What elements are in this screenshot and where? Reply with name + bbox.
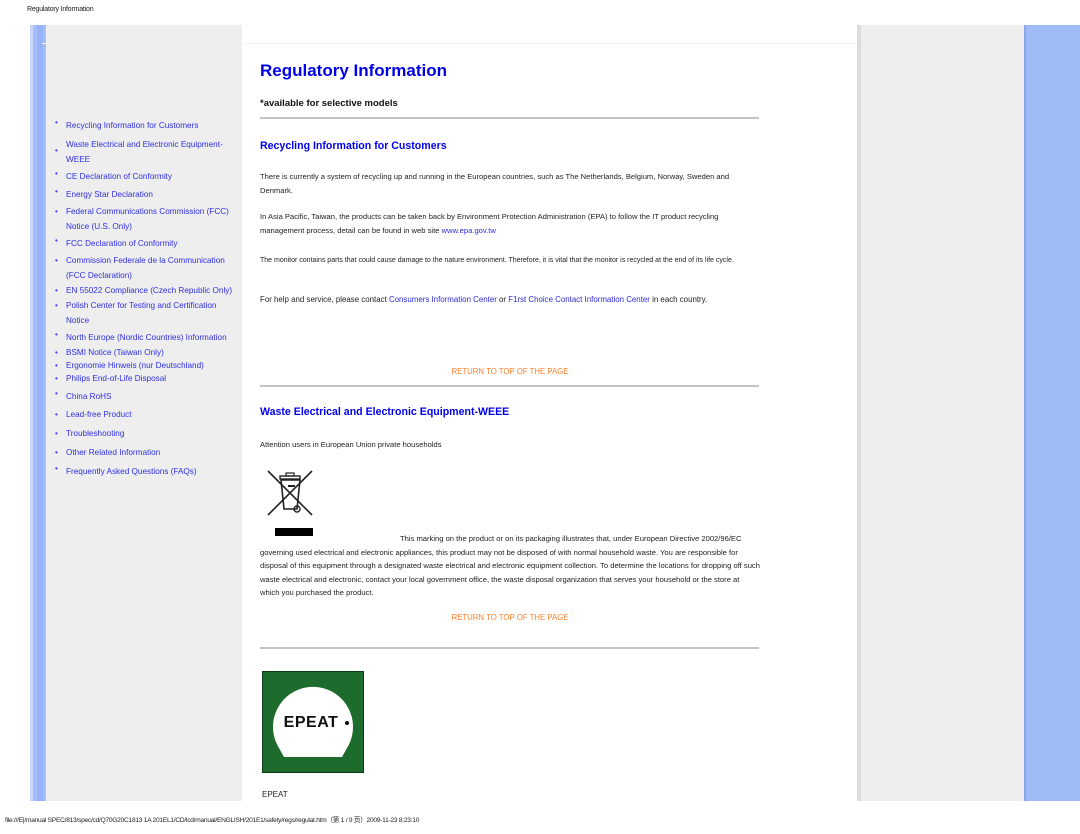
epeat-logo-text: EPEAT	[284, 714, 339, 731]
help-text-before: For help and service, please contact	[260, 295, 389, 304]
availability-note: *available for selective models	[260, 98, 398, 109]
section-title-weee: Waste Electrical and Electronic Equipmen…	[260, 406, 510, 418]
sidebar-link[interactable]: Other Related Information	[66, 445, 160, 460]
sidebar-link[interactable]: CE Declaration of Conformity	[66, 169, 172, 184]
sidebar-link[interactable]: FCC Declaration of Conformity	[66, 236, 177, 251]
bullet-icon: •	[55, 146, 58, 155]
help-text-after: in each country.	[649, 295, 708, 304]
crossed-out-wheelie-bin-icon	[267, 470, 313, 516]
sidebar-link[interactable]: Waste Electrical and Electronic Equipmen…	[66, 137, 240, 167]
epeat-caption: EPEAT	[262, 790, 288, 799]
sidebar-item[interactable]: • Lead-free Product	[55, 407, 240, 422]
return-to-top-link-2[interactable]: RETURN TO TOP OF THE PAGE	[260, 613, 760, 622]
sidebar-item[interactable]: • FCC Declaration of Conformity	[55, 236, 240, 251]
epeat-logo-graphic: EPEAT	[273, 686, 353, 757]
sidebar-link[interactable]: EN 55022 Compliance (Czech Republic Only…	[66, 283, 232, 298]
sidebar-link[interactable]: China RoHS	[66, 389, 112, 404]
sidebar-item[interactable]: • Energy Star Declaration	[55, 187, 240, 202]
bullet-icon: •	[55, 448, 58, 457]
sidebar-item[interactable]: • Troubleshooting	[55, 426, 240, 441]
bullet-icon: •	[55, 410, 58, 419]
recycling-paragraph-4: For help and service, please contact Con…	[260, 293, 760, 308]
left-blue-bar	[30, 25, 46, 801]
sidebar-link[interactable]: Energy Star Declaration	[66, 187, 153, 202]
recycling-paragraph-1: There is currently a system of recycling…	[260, 172, 730, 195]
right-blue-bar	[1024, 25, 1080, 801]
divider	[260, 385, 759, 387]
weee-marking-paragraph: This marking on the product or on its pa…	[260, 532, 760, 600]
bullet-icon: •	[55, 429, 58, 438]
help-text-or: or	[496, 295, 509, 304]
sidebar-link[interactable]: Commission Federale de la Communication …	[66, 253, 240, 283]
return-to-top-link-1[interactable]: RETURN TO TOP OF THE PAGE	[260, 367, 760, 376]
sidebar-link[interactable]: Recycling Information for Customers	[66, 118, 198, 133]
sidebar-nav: • Recycling Information for Customers • Was…	[55, 118, 240, 479]
sidebar-item[interactable]: • North Europe (Nordic Countries) Informa…	[55, 330, 240, 345]
frame-top-rule	[42, 43, 858, 44]
bullet-icon: •	[55, 187, 58, 196]
sidebar-item[interactable]: • China RoHS	[55, 389, 240, 404]
page-title: Regulatory Information	[260, 61, 448, 80]
weee-attention-text: Attention users in European Union privat…	[260, 440, 442, 449]
epeat-logo: EPEAT	[262, 671, 364, 773]
bullet-icon: •	[55, 169, 58, 178]
bullet-icon: •	[55, 256, 58, 265]
sidebar-item[interactable]: • Federal Communications Commission (FCC)…	[55, 204, 240, 234]
sidebar-item[interactable]: • Other Related Information	[55, 445, 240, 460]
sidebar-item[interactable]: • Waste Electrical and Electronic Equipme…	[55, 137, 240, 167]
sidebar-item[interactable]: • Recycling Information for Customers	[55, 118, 240, 133]
sidebar-link[interactable]: Frequently Asked Questions (FAQs)	[66, 464, 197, 479]
sidebar-item[interactable]: • Frequently Asked Questions (FAQs)	[55, 464, 240, 479]
bullet-icon: •	[55, 118, 58, 127]
divider	[260, 647, 759, 649]
recycling-paragraph-2: In Asia Pacific, Taiwan, the products ca…	[260, 210, 760, 237]
consumers-information-center-link[interactable]: Consumers Information Center	[389, 295, 497, 304]
page-header-title: Regulatory Information	[27, 6, 94, 13]
sidebar-link[interactable]: North Europe (Nordic Countries) Informat…	[66, 330, 227, 345]
weee-marking-text: governing used electrical and electronic…	[260, 547, 760, 598]
bullet-icon: •	[55, 389, 58, 398]
sidebar-item[interactable]: • CE Declaration of Conformity	[55, 169, 240, 184]
sidebar-link[interactable]: Federal Communications Commission (FCC) …	[66, 204, 240, 234]
right-frame	[857, 25, 1029, 801]
bullet-icon: •	[55, 236, 58, 245]
sidebar-link[interactable]: Philips End-of-Life Disposal	[66, 371, 166, 386]
bullet-icon: •	[55, 330, 58, 339]
bullet-icon: •	[55, 464, 58, 473]
sidebar-item[interactable]: • Philips End-of-Life Disposal	[55, 371, 240, 386]
bullet-icon: •	[55, 286, 58, 295]
f1rst-choice-contact-link[interactable]: F1rst Choice Contact Information Center	[508, 295, 650, 304]
sidebar-link[interactable]: Lead-free Product	[66, 407, 132, 422]
sidebar-link[interactable]: Polish Center for Testing and Certificat…	[66, 298, 240, 328]
section-title-recycling: Recycling Information for Customers	[260, 140, 447, 152]
sidebar-item[interactable]: • Commission Federale de la Communication…	[55, 253, 240, 283]
bullet-icon: •	[55, 207, 58, 216]
sidebar-item[interactable]: • EN 55022 Compliance (Czech Republic Onl…	[55, 283, 240, 298]
sidebar-link[interactable]: Troubleshooting	[66, 426, 124, 441]
footer-file-path: file:///E|/manual SPEC/813/spec/cd/Q70G2…	[5, 817, 420, 824]
bullet-icon: •	[55, 374, 58, 383]
sidebar-item[interactable]: • Polish Center for Testing and Certifica…	[55, 298, 240, 328]
epa-website-link[interactable]: www.epa.gov.tw	[442, 226, 496, 235]
weee-marking-first-line: This marking on the product or on its pa…	[400, 534, 742, 543]
bullet-icon: •	[55, 301, 58, 310]
recycling-paragraph-3: The monitor contains parts that could ca…	[260, 257, 734, 264]
divider	[260, 117, 759, 119]
